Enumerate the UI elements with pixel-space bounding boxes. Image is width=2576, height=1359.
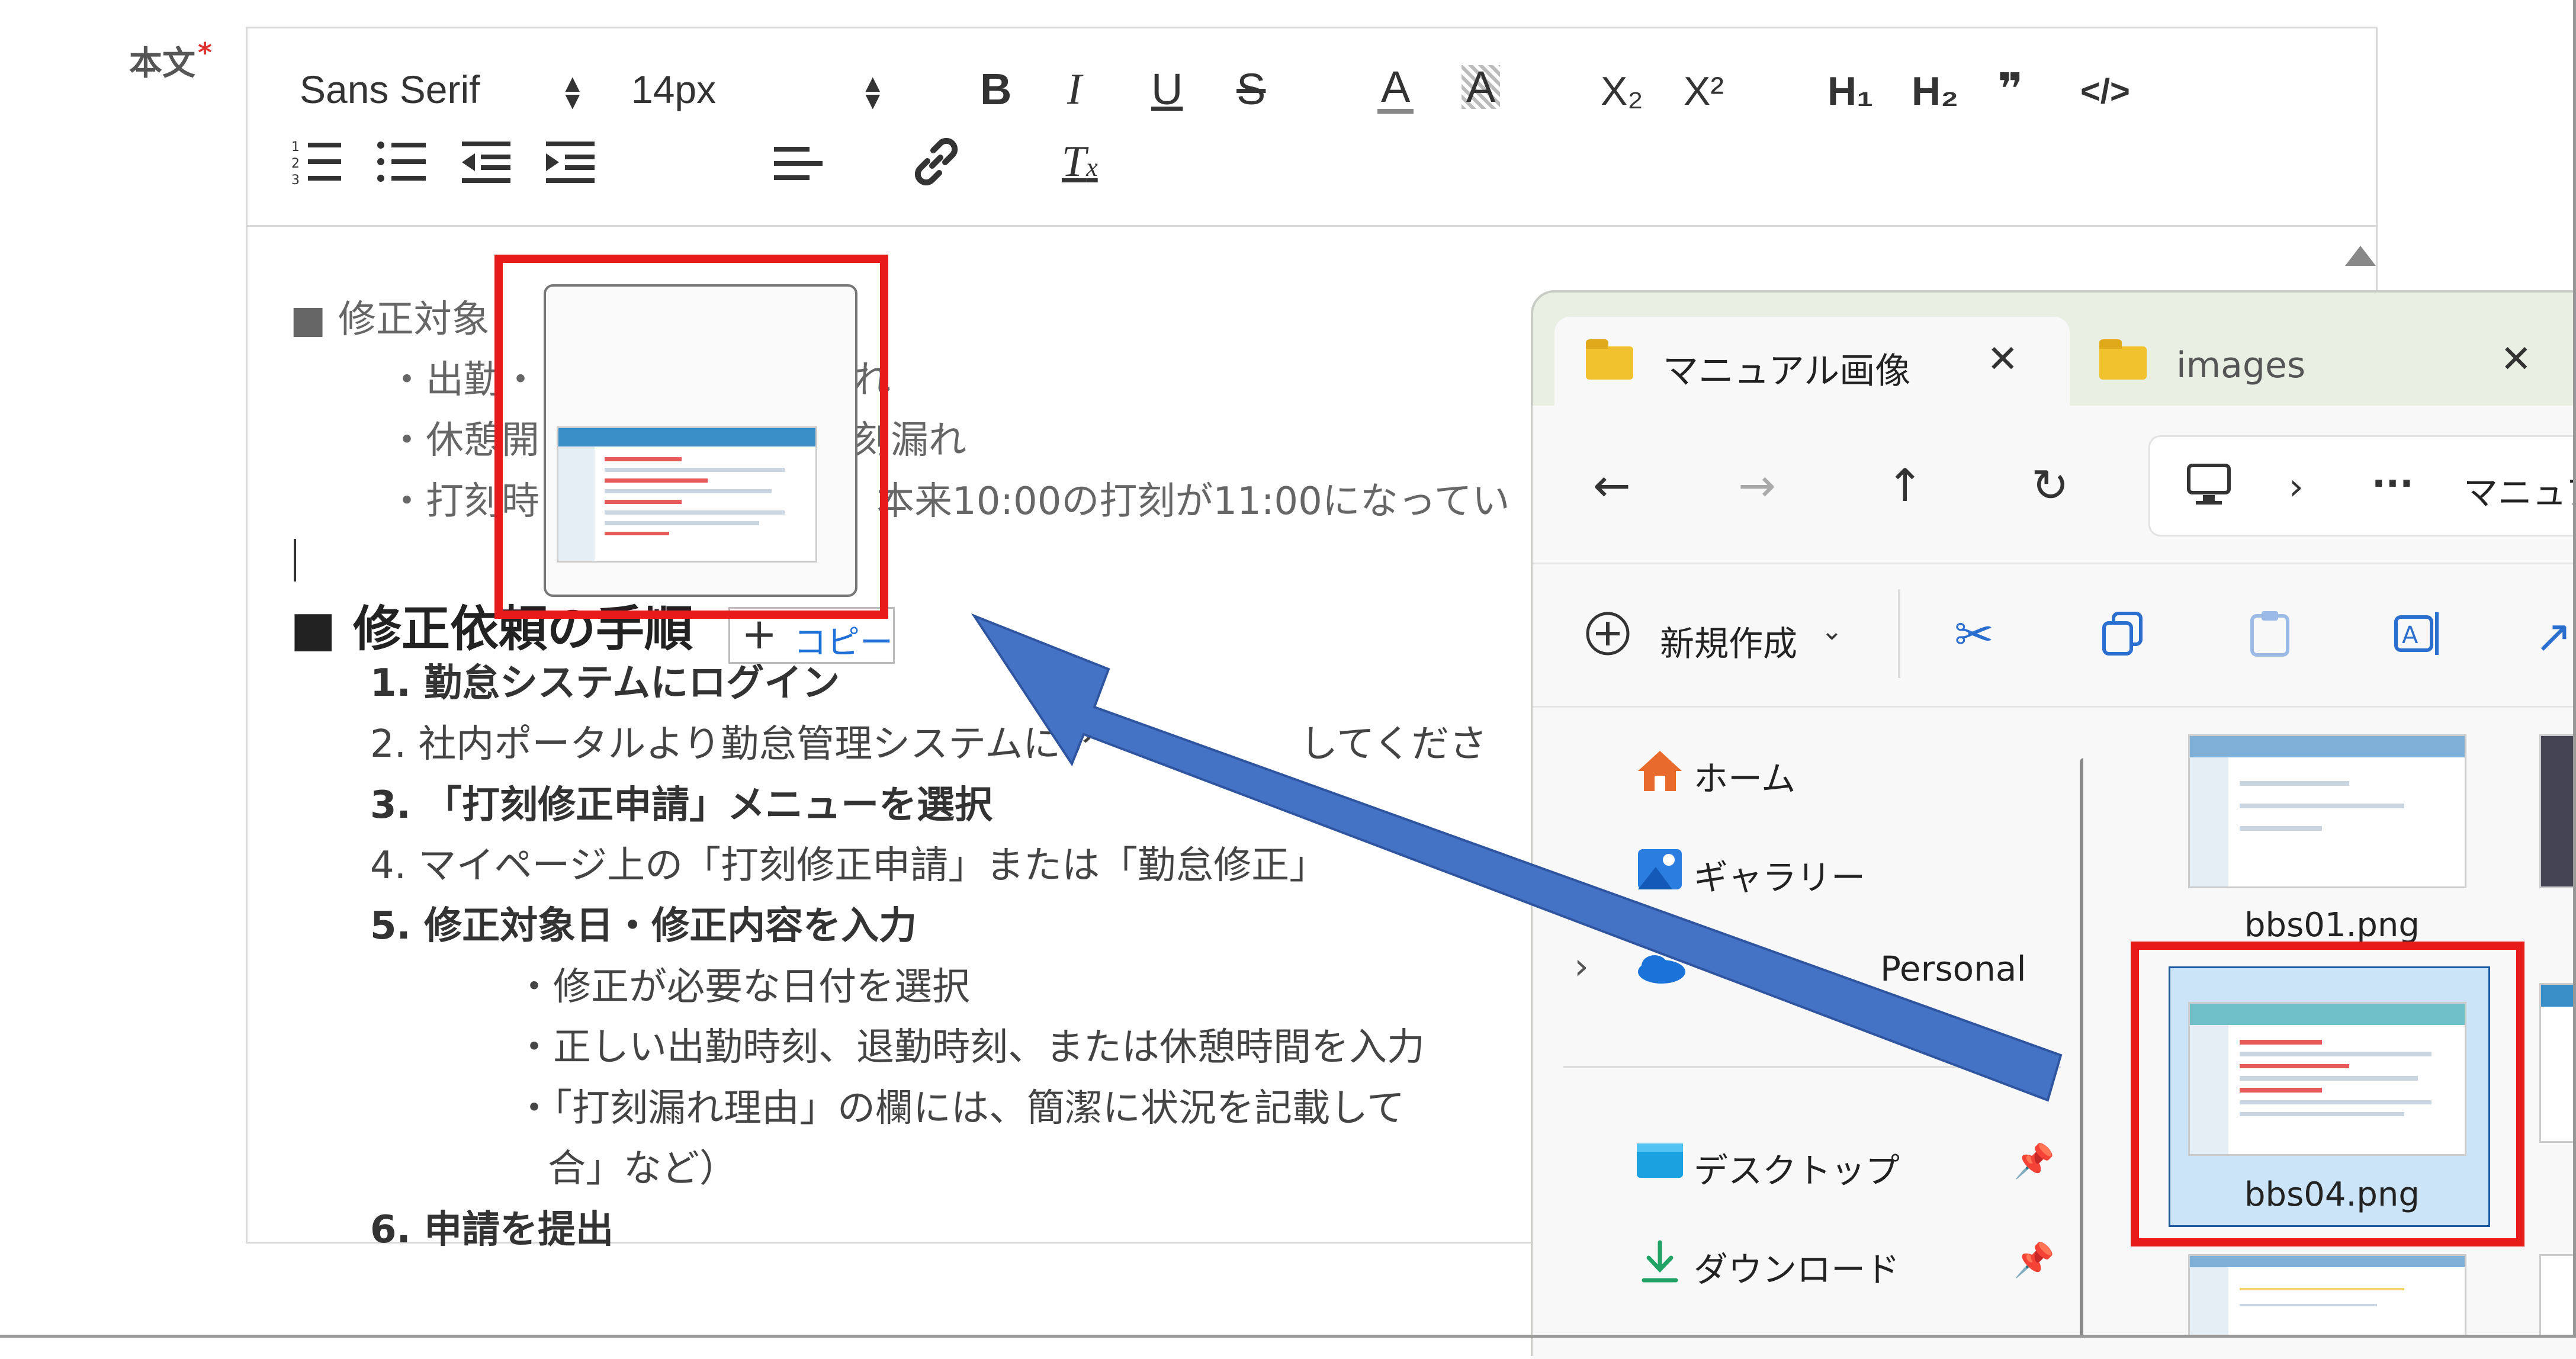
frame-border-bottom — [0, 1335, 2576, 1338]
drag-direction-arrow — [971, 613, 2063, 1102]
frame-border-right — [2573, 0, 2576, 1338]
